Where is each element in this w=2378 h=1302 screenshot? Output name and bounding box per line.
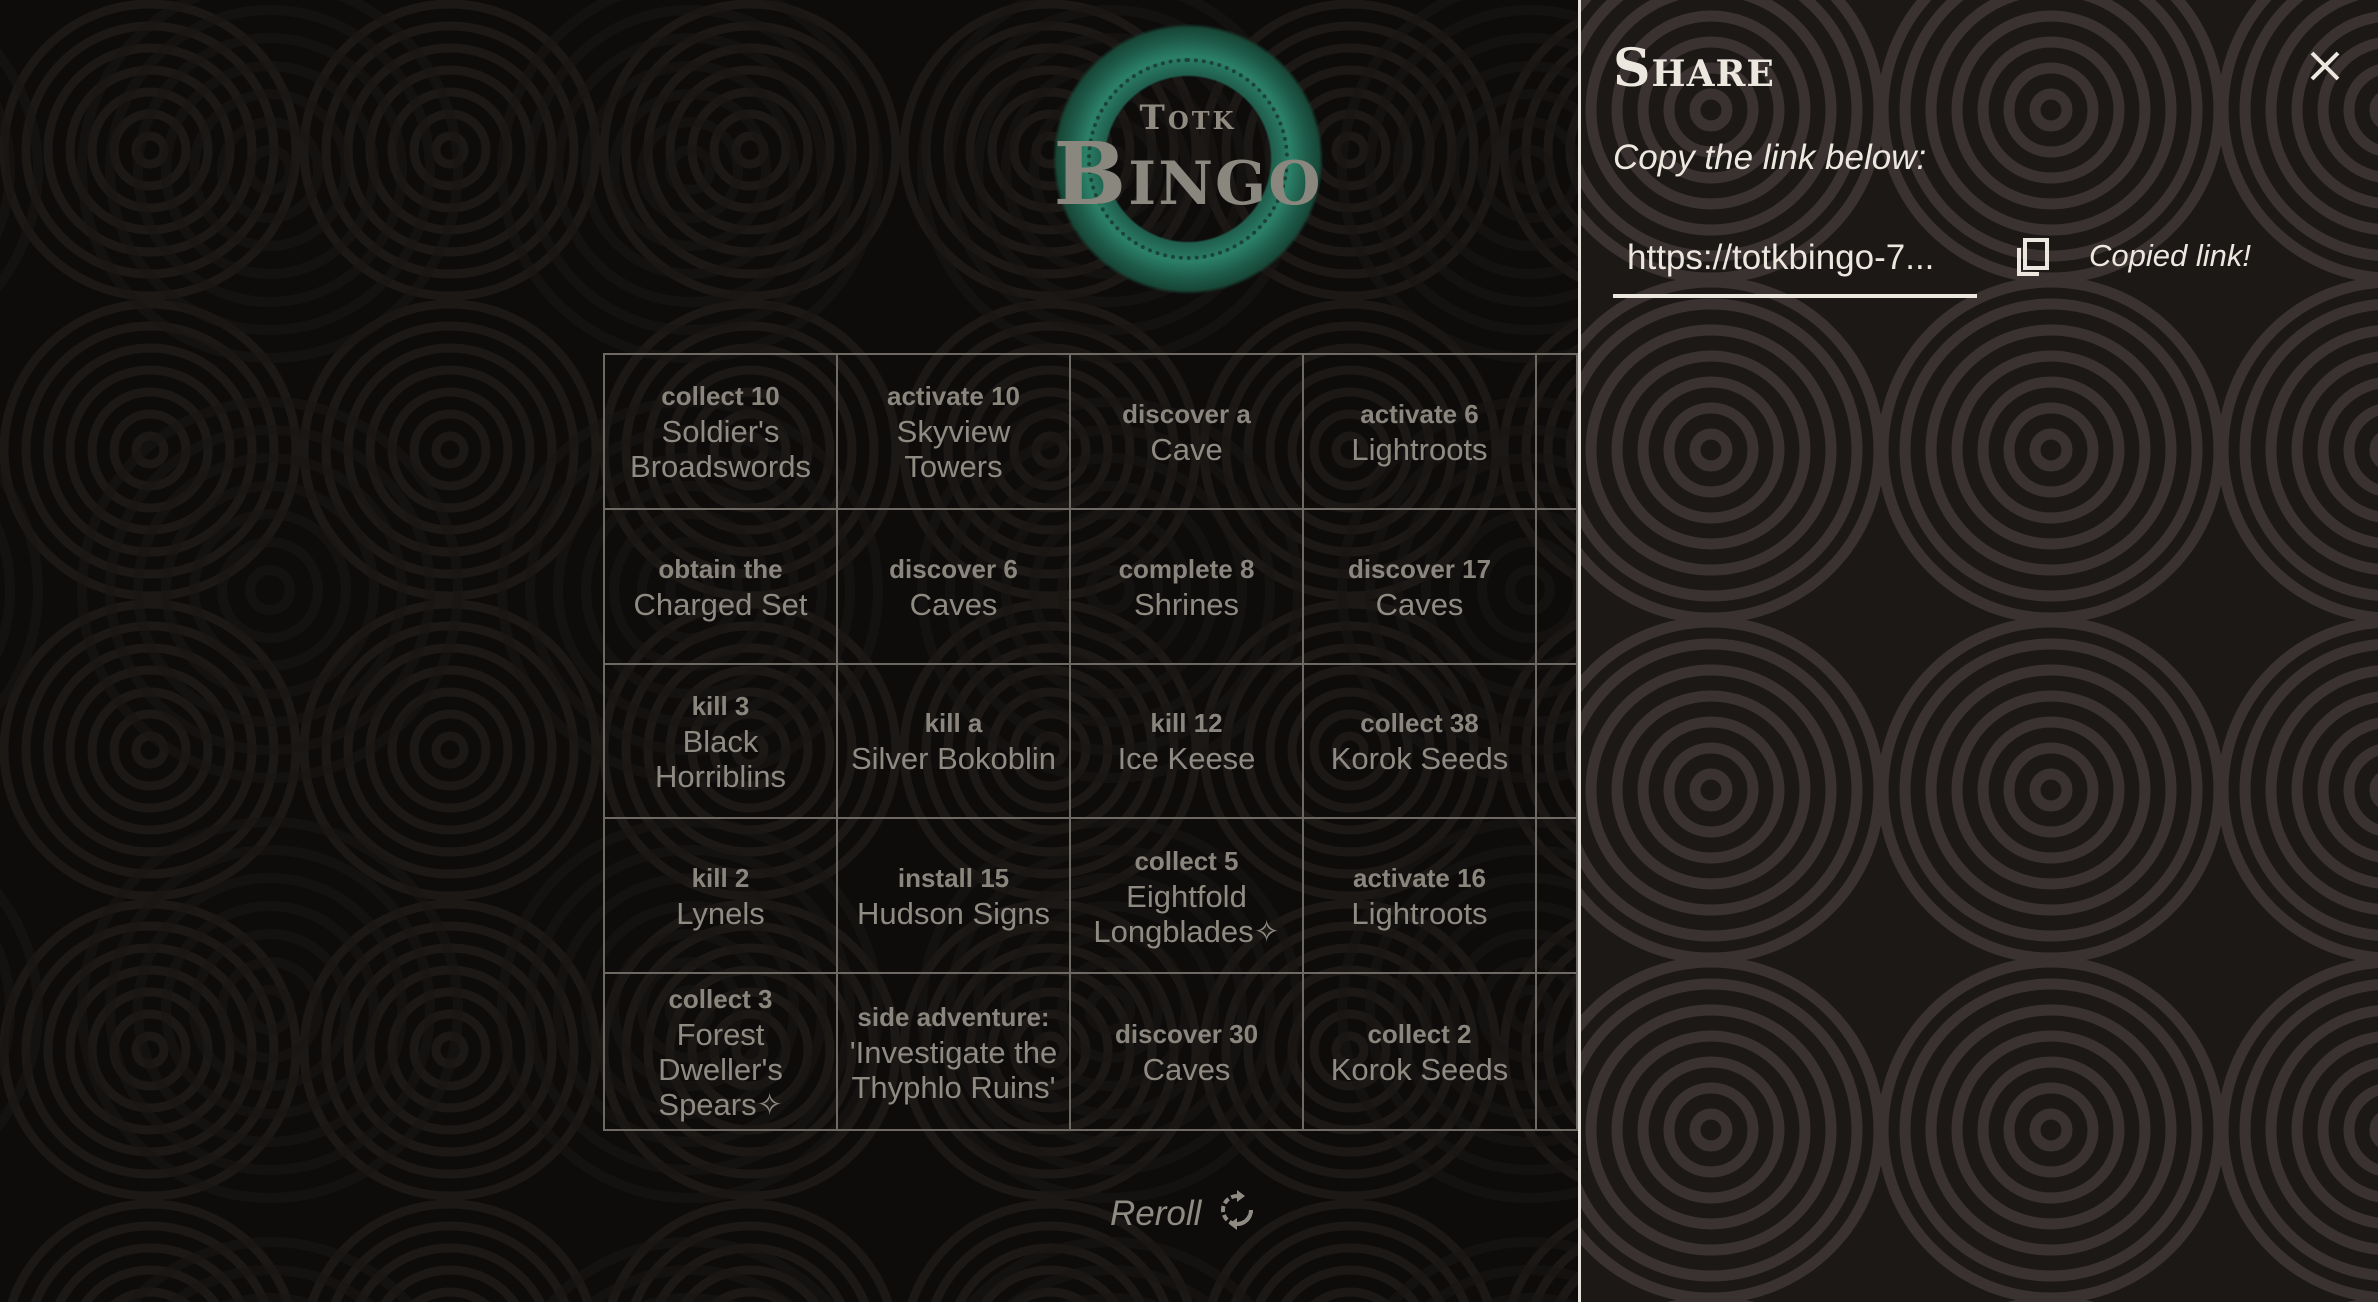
bingo-cell[interactable]: install 15 Hudson Signs	[838, 819, 1071, 975]
cell-verb: kill 3	[691, 690, 750, 721]
bingo-cell[interactable]	[1537, 355, 1578, 510]
cell-verb: discover 17	[1347, 553, 1492, 584]
cell-object: Soldier's Broadswords	[630, 414, 811, 485]
cell-verb: collect 2	[1367, 1019, 1472, 1050]
bingo-cell[interactable]: kill 2 Lynels	[605, 819, 838, 975]
cell-object: Caves	[1142, 1052, 1231, 1088]
cell-verb: collect 38	[1360, 708, 1479, 739]
copy-icon	[2017, 238, 2049, 276]
cell-object: Caves	[1375, 586, 1464, 622]
copied-status: Copied link!	[2089, 238, 2251, 273]
cell-object: 'Investigate the Thyphlo Ruins'	[849, 1034, 1058, 1105]
cell-verb: activate 10	[887, 381, 1020, 412]
cell-object: Hudson Signs	[856, 896, 1050, 932]
bingo-cell[interactable]	[1537, 664, 1578, 820]
close-icon	[2310, 51, 2340, 81]
cell-object: Charged Set	[633, 586, 808, 622]
cell-verb: collect 3	[668, 984, 773, 1015]
bingo-cell[interactable]: activate 16 Lightroots	[1304, 819, 1537, 975]
reroll-button[interactable]: Reroll	[1110, 1186, 1257, 1242]
main-background: Totk Bingo collect 10 Soldier's Broadswor…	[0, 0, 1578, 1302]
cell-object: Silver Bokoblin	[850, 741, 1057, 777]
bingo-cell[interactable]: collect 2 Korok Seeds	[1304, 974, 1537, 1129]
panel-swirl-pattern	[1581, 0, 2378, 1302]
bingo-cell[interactable]: discover 30 Caves	[1071, 974, 1304, 1129]
cell-verb: discover 30	[1114, 1019, 1259, 1050]
cell-verb: kill 12	[1150, 708, 1223, 739]
copy-link-button[interactable]	[2011, 234, 2057, 280]
bingo-cell[interactable]	[1537, 819, 1578, 975]
cell-object: Korok Seeds	[1330, 741, 1509, 777]
bingo-cell[interactable]: kill 3 Black Horriblins	[605, 664, 838, 820]
bingo-cell[interactable]: discover 17 Caves	[1304, 509, 1537, 665]
bingo-cell[interactable]	[1537, 974, 1578, 1129]
cell-object: Cave	[1150, 431, 1223, 467]
bingo-cell[interactable]: collect 10 Soldier's Broadswords	[605, 355, 838, 510]
share-link-input[interactable]	[1613, 222, 1977, 298]
bingo-cell[interactable]: obtain the Charged Set	[605, 509, 838, 665]
bingo-cell[interactable]: side adventure: 'Investigate the Thyphlo …	[838, 974, 1071, 1129]
bingo-cell[interactable]: collect 3 Forest Dweller's Spears✧	[605, 974, 838, 1129]
cell-verb: collect 10	[661, 381, 780, 412]
cell-verb: activate 16	[1353, 863, 1486, 894]
cell-verb: discover 6	[889, 553, 1018, 584]
bingo-cell[interactable]: kill a Silver Bokoblin	[838, 664, 1071, 820]
cell-verb: install 15	[897, 863, 1010, 894]
share-subtitle: Copy the link below:	[1613, 138, 1927, 177]
totk-bingo-logo: Totk Bingo	[1043, 14, 1333, 304]
bingo-cell[interactable]: collect 5 Eightfold Longblades✧	[1071, 819, 1304, 975]
bingo-cell[interactable]	[1537, 509, 1578, 665]
close-button[interactable]	[2303, 44, 2347, 88]
cell-object: Skyview Towers	[896, 414, 1011, 485]
cell-object: Lightroots	[1351, 896, 1488, 932]
cell-verb: kill a	[924, 708, 983, 739]
cell-object: Shrines	[1133, 586, 1240, 622]
bingo-cell[interactable]: discover a Cave	[1071, 355, 1304, 510]
bingo-cell[interactable]: activate 10 Skyview Towers	[838, 355, 1071, 510]
bingo-cell[interactable]: collect 38 Korok Seeds	[1304, 664, 1537, 820]
cell-verb: side adventure:	[857, 1001, 1050, 1032]
logo-big-text: Bingo	[1053, 124, 1323, 225]
cell-object: Lightroots	[1351, 431, 1488, 467]
cell-verb: collect 5	[1134, 845, 1239, 876]
reroll-label: Reroll	[1110, 1194, 1202, 1233]
bingo-cell[interactable]: discover 6 Caves	[838, 509, 1071, 665]
cell-verb: kill 2	[691, 863, 750, 894]
cell-verb: discover a	[1122, 398, 1251, 429]
cell-object: Caves	[909, 586, 998, 622]
cell-object: Lynels	[676, 896, 765, 932]
cell-verb: complete 8	[1118, 553, 1255, 584]
cell-object: Korok Seeds	[1330, 1052, 1509, 1088]
cell-object: Black Horriblins	[655, 723, 786, 794]
bingo-cell[interactable]: activate 6 Lightroots	[1304, 355, 1537, 510]
bingo-cell[interactable]: complete 8 Shrines	[1071, 509, 1304, 665]
cell-verb: activate 6	[1360, 398, 1479, 429]
bingo-cell[interactable]: kill 12 Ice Keese	[1071, 664, 1304, 820]
cell-object: Eightfold Longblades✧	[1093, 878, 1280, 949]
cell-object: Forest Dweller's Spears✧	[658, 1017, 783, 1123]
share-panel: Share Copy the link below: Copied link!	[1578, 0, 2378, 1302]
refresh-icon	[1217, 1188, 1257, 1241]
share-title: Share	[1613, 38, 1775, 99]
cell-verb: obtain the	[658, 553, 783, 584]
bingo-board: collect 10 Soldier's Broadswords activate…	[603, 353, 1578, 1131]
cell-object: Ice Keese	[1117, 741, 1256, 777]
